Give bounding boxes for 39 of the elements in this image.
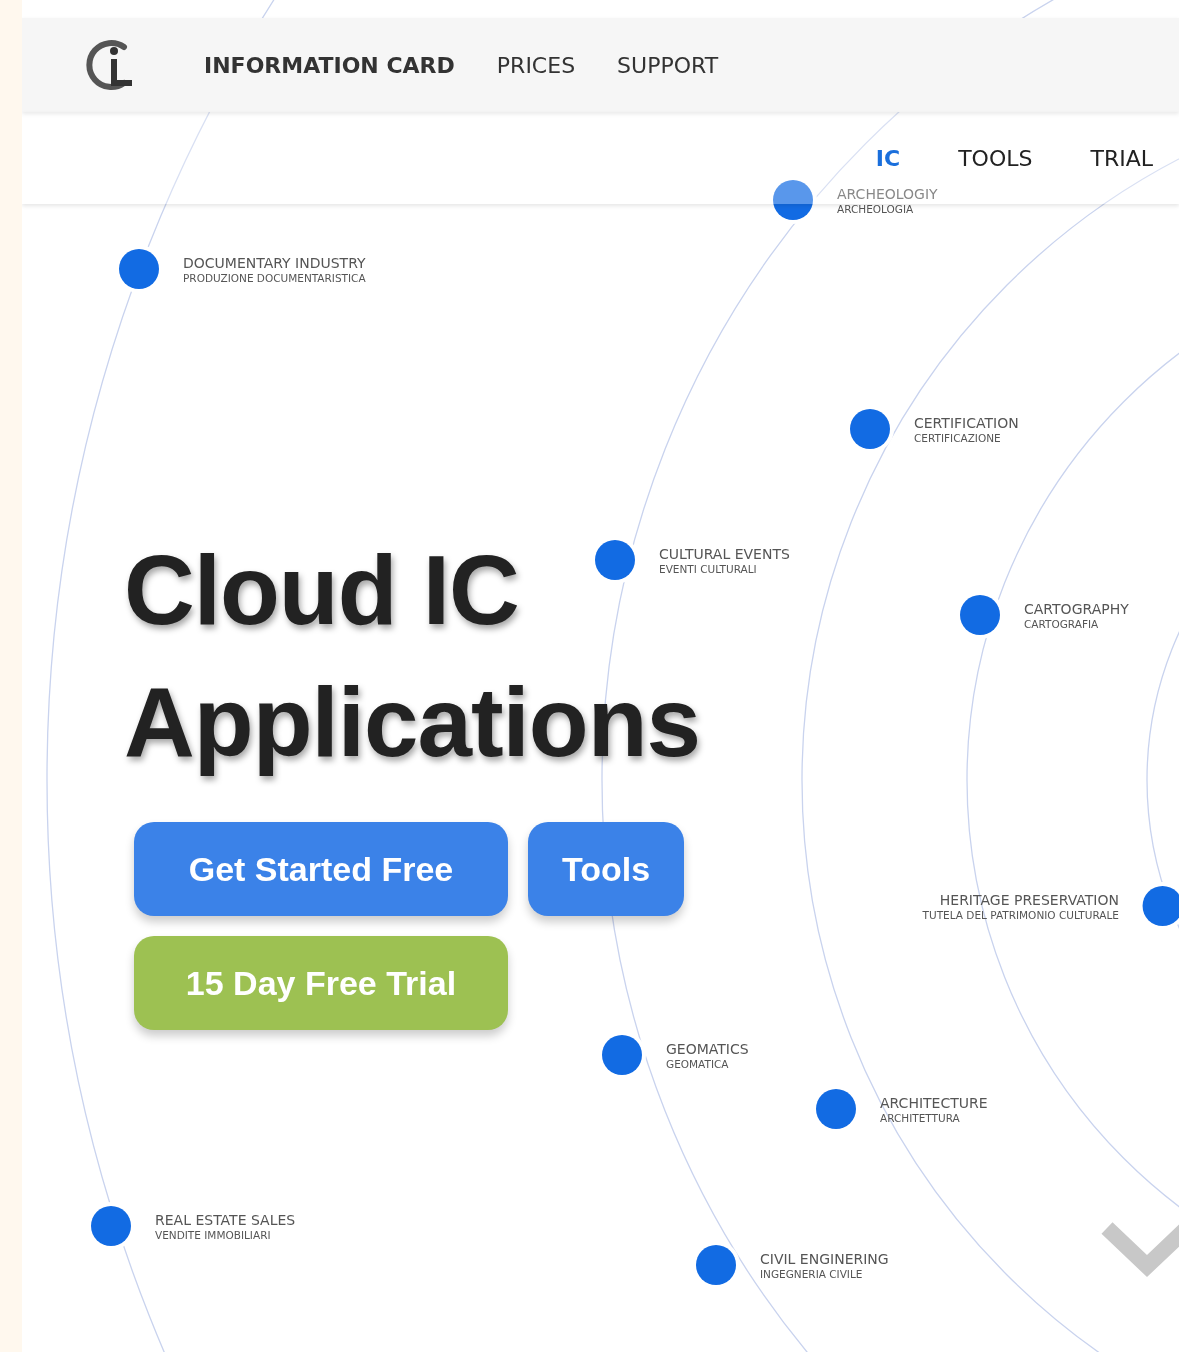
section-tab[interactable]: TRIAL xyxy=(1090,145,1153,171)
node-dot xyxy=(119,249,159,289)
node-dot xyxy=(850,409,890,449)
application-title: REAL ESTATE SALES xyxy=(155,1210,296,1229)
node-dot xyxy=(602,1035,642,1075)
application-title: ARCHEOLOGIY xyxy=(837,184,938,203)
hero-heading: Applications xyxy=(124,666,701,779)
nav-link[interactable]: PRICES xyxy=(496,52,576,78)
node-dot xyxy=(91,1206,131,1246)
application-subtitle: ARCHEOLOGIA xyxy=(837,202,915,216)
node-dot xyxy=(595,540,635,580)
call-to-action-button[interactable]: Get Started Free xyxy=(134,822,508,916)
node-dot xyxy=(960,595,1000,635)
application-subtitle: PRODUZIONE DOCUMENTARISTICA xyxy=(183,271,366,285)
application-subtitle: ARCHITETTURA xyxy=(880,1111,961,1125)
section-tab[interactable]: IC xyxy=(875,145,901,171)
application-subtitle: VENDITE IMMOBILIARI xyxy=(155,1228,272,1242)
application-title: CERTIFICATION xyxy=(914,413,1019,432)
application-title: CIVIL ENGINERING xyxy=(760,1249,889,1268)
application-subtitle: CARTOGRAFIA xyxy=(1024,617,1100,631)
application-title: CULTURAL EVENTS xyxy=(659,544,790,563)
application-title: GEOMATICS xyxy=(666,1039,749,1058)
nav-link[interactable]: SUPPORT xyxy=(617,52,719,78)
application-subtitle: GEOMATICA xyxy=(666,1057,730,1071)
application-subtitle: CERTIFICAZIONE xyxy=(914,431,1002,445)
call-to-action-button[interactable]: Tools xyxy=(528,822,685,916)
hero-heading: Cloud IC xyxy=(124,534,519,647)
nav-link[interactable]: INFORMATION CARD xyxy=(204,52,455,78)
application-subtitle: INGEGNERIA CIVILE xyxy=(760,1267,864,1281)
application-subtitle: EVENTI CULTURALI xyxy=(659,562,758,576)
node-dot xyxy=(773,180,813,220)
application-title: CARTOGRAPHY xyxy=(1024,599,1129,618)
node-dot xyxy=(816,1089,856,1129)
application-title: DOCUMENTARY INDUSTRY xyxy=(183,253,366,272)
application-title: ARCHITECTURE xyxy=(880,1093,988,1112)
application-title: HERITAGE PRESERVATION xyxy=(939,890,1119,909)
section-tab[interactable]: TOOLS xyxy=(958,145,1033,171)
application-subtitle: TUTELA DEL PATRIMONIO CULTURALE xyxy=(922,908,1119,922)
node-dot xyxy=(696,1245,736,1285)
